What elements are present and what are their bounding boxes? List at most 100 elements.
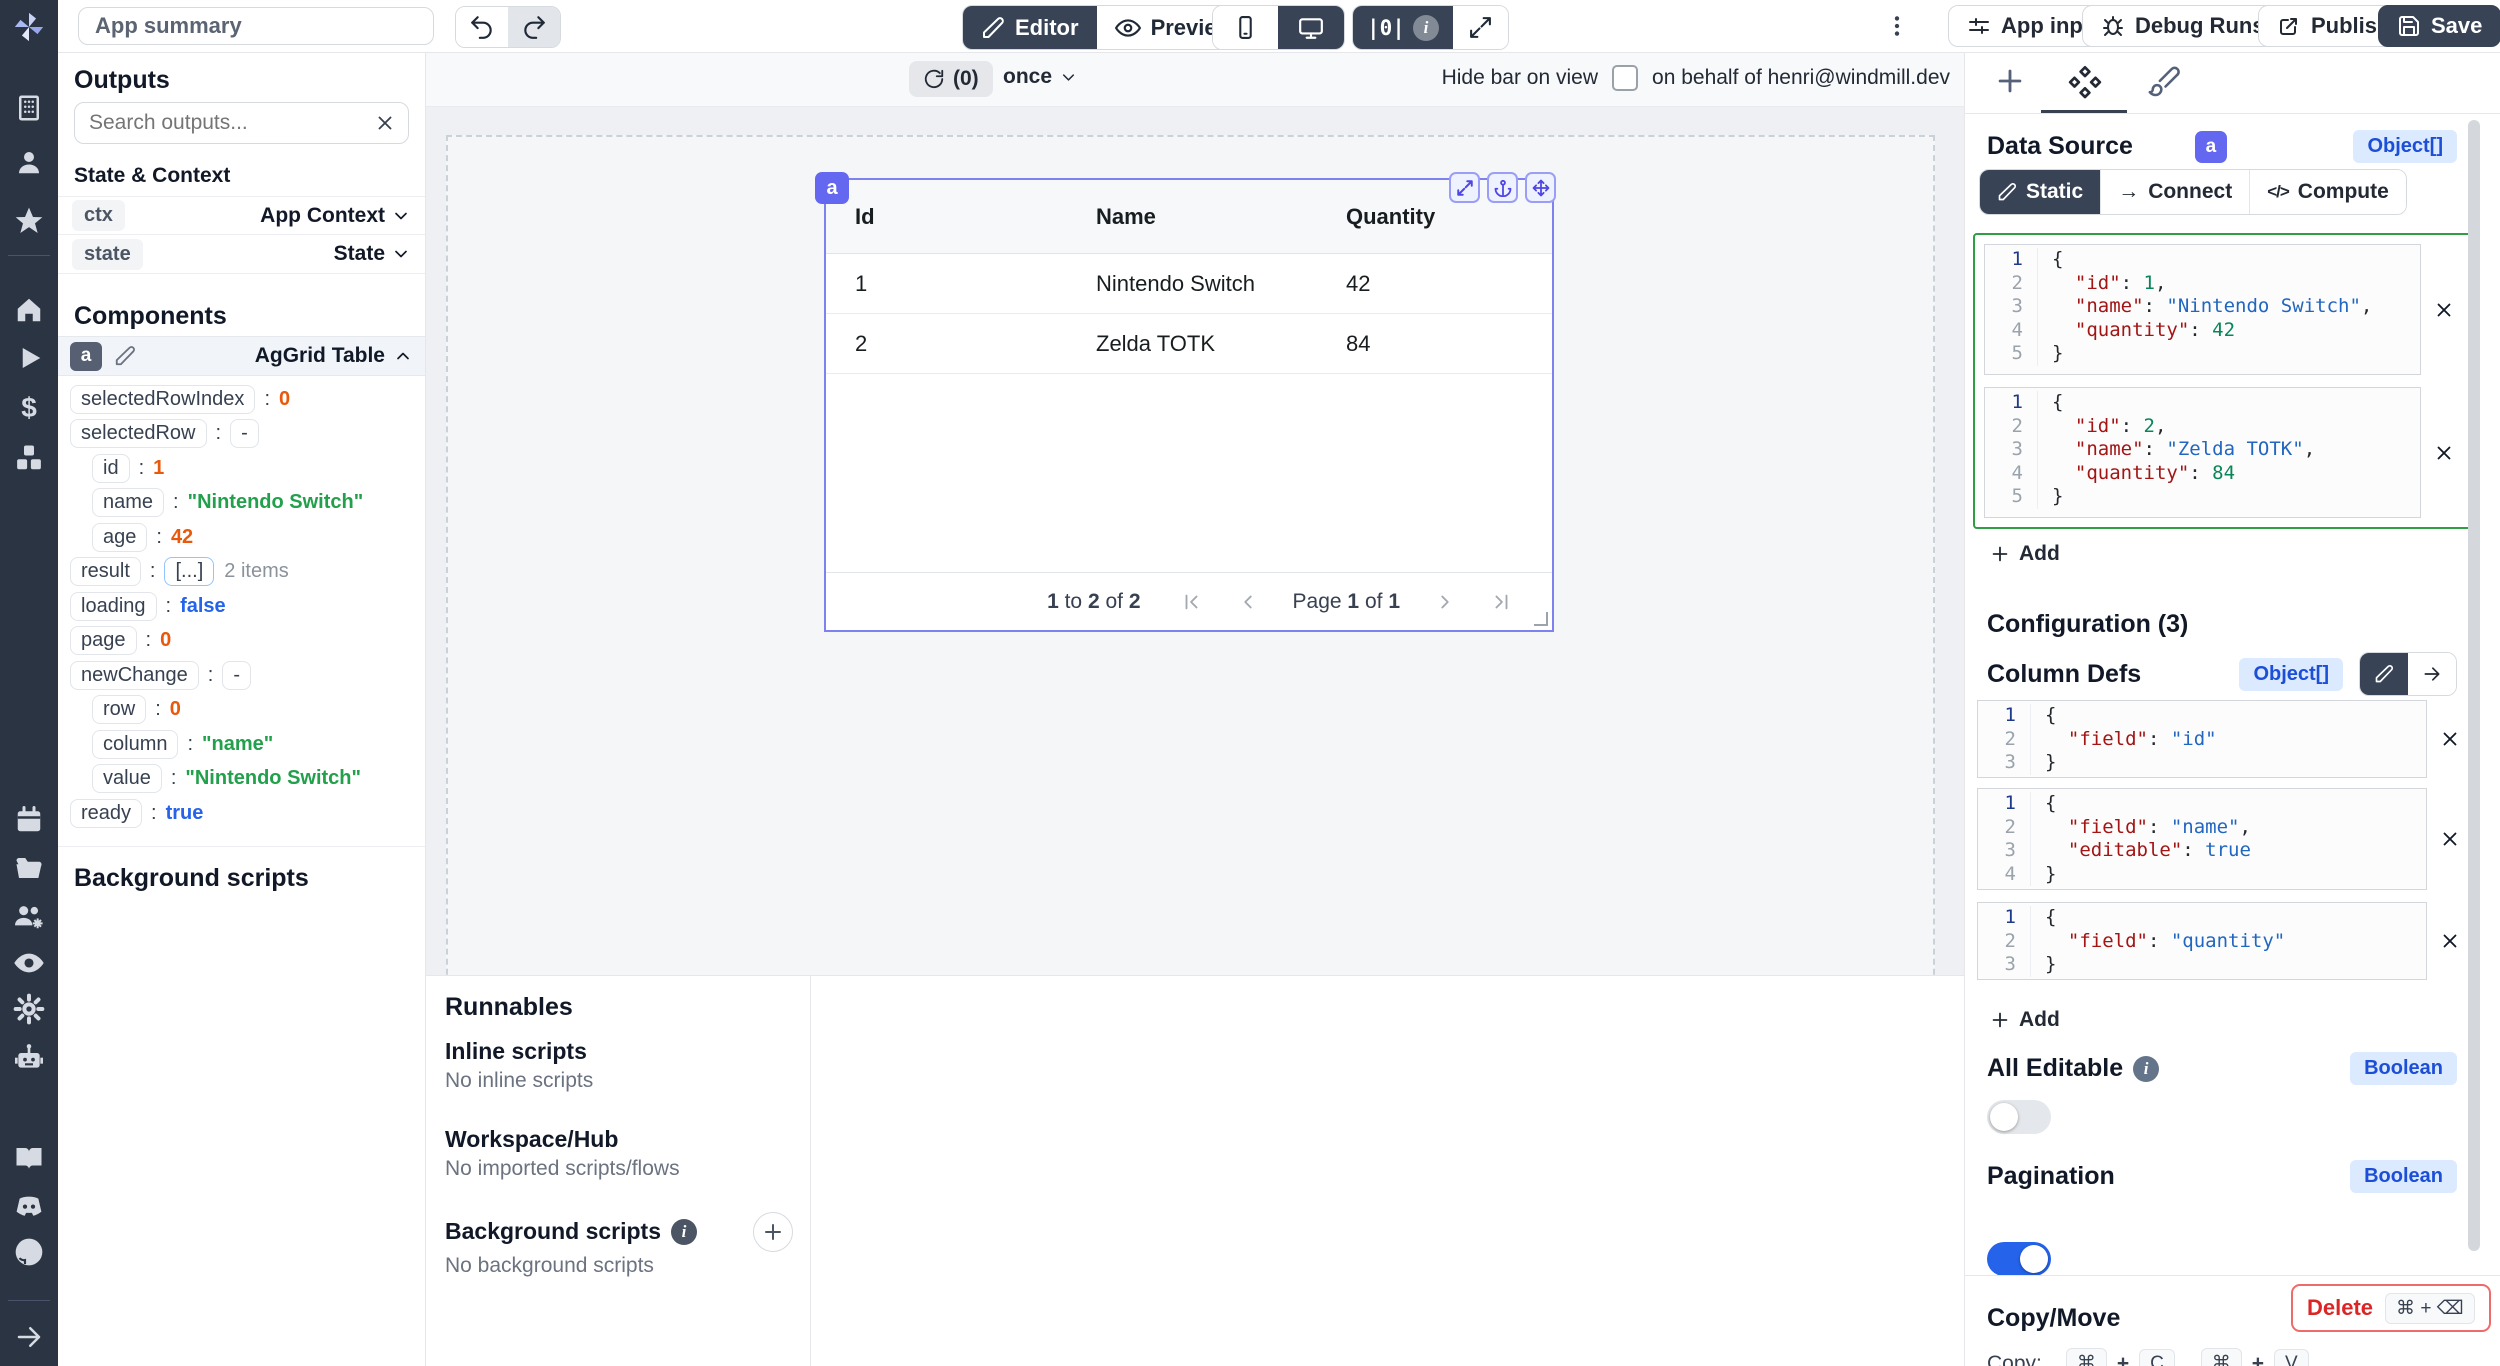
output-value-chip[interactable]: - [222,661,251,690]
all-editable-toggle[interactable] [1987,1100,2051,1134]
audit-eye-icon[interactable] [0,947,58,979]
debug-runs-button[interactable]: Debug Runs [2082,5,2284,47]
docs-book-icon[interactable] [0,1143,58,1173]
pagination-toggle[interactable] [1987,1242,2051,1276]
variables-dollar-icon[interactable]: $ [0,392,58,424]
output-key-chip[interactable]: selectedRowIndex [70,385,255,414]
last-page-icon[interactable] [1490,591,1512,613]
column-header[interactable]: Id [826,204,1067,230]
code-line[interactable]: 1{ [1985,248,2420,272]
search-outputs-input[interactable] [75,111,374,135]
json-editor[interactable]: 1{2 "id": 1,3 "name": "Nintendo Switch",… [1985,245,2420,369]
desktop-view-button[interactable] [1278,6,1344,49]
app-summary-input[interactable] [78,7,434,45]
redo-button[interactable] [508,7,560,47]
move-component-icon[interactable] [1525,172,1556,203]
delete-item-icon[interactable] [2433,930,2467,952]
output-entry[interactable]: age:42 [58,520,425,555]
home-icon[interactable] [0,295,58,325]
column-header[interactable]: Quantity [1317,204,1552,230]
output-key-chip[interactable]: row [92,695,146,724]
output-expand-chip[interactable]: [...] [164,557,214,586]
refresh-button[interactable]: (0) [909,61,993,97]
output-key-chip[interactable]: loading [70,592,157,621]
output-entry[interactable]: name:"Nintendo Switch" [58,486,425,521]
delete-item-icon[interactable] [2427,299,2461,321]
output-entry[interactable]: selectedRowIndex:0 [58,382,425,417]
first-page-icon[interactable] [1181,591,1203,613]
folders-icon[interactable] [0,853,58,883]
code-line[interactable]: 3 "name": "Zelda TOTK", [1985,438,2420,462]
code-line[interactable]: 2 "id": 2, [1985,415,2420,439]
output-key-chip[interactable]: column [92,730,178,759]
groups-users-gear-icon[interactable] [0,900,58,932]
code-line[interactable]: 4} [1978,863,2426,887]
json-editor[interactable]: 1{2 "field": "name",3 "editable": true4} [1978,789,2426,889]
discord-icon[interactable] [0,1190,58,1222]
aggrid-table-component[interactable]: a Id Name Quantity 1Nintendo Switch422Ze… [824,178,1554,632]
code-line[interactable]: 3} [1978,751,2426,775]
static-mode-tab[interactable]: Static [1980,170,2100,214]
component-badge[interactable]: a [815,172,849,204]
schedule-dropdown[interactable]: once [1003,65,1078,89]
delete-component-button[interactable]: Delete ⌘ + ⌫ [2291,1284,2491,1332]
table-row[interactable]: 1Nintendo Switch42 [826,254,1552,314]
code-line[interactable]: 3 "editable": true [1978,839,2426,863]
diff-counter-button[interactable]: |0| i [1353,6,1453,49]
add-data-item-button[interactable]: Add [1989,542,2060,566]
output-key-chip[interactable]: value [92,764,162,793]
code-line[interactable]: 2 "id": 1, [1985,272,2420,296]
code-line[interactable]: 2 "field": "quantity" [1978,930,2426,954]
output-entry[interactable]: value:"Nintendo Switch" [58,762,425,797]
output-key-chip[interactable]: result [70,557,141,586]
github-icon[interactable] [0,1236,58,1268]
collapse-arrow-icon[interactable] [0,1322,58,1352]
fullscreen-button[interactable] [1453,6,1508,49]
code-line[interactable]: 1{ [1985,391,2420,415]
output-entry[interactable]: column:"name" [58,727,425,762]
edit-pencil-toggle[interactable] [2360,653,2408,695]
undo-button[interactable] [456,7,508,47]
delete-item-icon[interactable] [2433,828,2467,850]
json-editor[interactable]: 1{2 "id": 2,3 "name": "Zelda TOTK",4 "qu… [1985,388,2420,512]
json-editor[interactable]: 1{2 "field": "id"3} [1978,701,2426,778]
component-settings-tab[interactable] [2067,64,2103,100]
runs-play-icon[interactable] [0,343,58,373]
mobile-view-button[interactable] [1213,6,1278,49]
code-line[interactable]: 1{ [1978,704,2426,728]
code-line[interactable]: 4 "quantity": 42 [1985,319,2420,343]
output-entry[interactable]: id:1 [58,451,425,486]
favorites-star-icon[interactable] [0,205,58,237]
connect-mode-tab[interactable]: → Connect [2100,170,2249,214]
hide-bar-checkbox[interactable] [1612,65,1638,91]
output-entry[interactable]: result:[...]2 items [58,555,425,590]
prev-page-icon[interactable] [1237,591,1259,613]
output-entry[interactable]: page:0 [58,624,425,659]
output-key-chip[interactable]: ready [70,799,142,828]
output-key-chip[interactable]: id [92,454,130,483]
output-value-chip[interactable]: - [230,419,259,448]
panel-scrollbar[interactable] [2468,120,2480,1251]
compute-mode-tab[interactable]: </> Compute [2249,170,2406,214]
kebab-menu-icon[interactable] [1884,13,1910,39]
json-editor[interactable]: 1{2 "field": "quantity"3} [1978,903,2426,980]
output-entry[interactable]: selectedRow:- [58,417,425,452]
anchor-icon[interactable] [1487,172,1518,203]
delete-item-icon[interactable] [2427,442,2461,464]
output-entry[interactable]: loading:false [58,589,425,624]
component-id-chip[interactable]: a [70,342,102,371]
output-entry[interactable]: newChange:- [58,658,425,693]
next-page-icon[interactable] [1434,591,1456,613]
output-entry[interactable]: ready:true [58,796,425,831]
save-button[interactable]: Save [2378,5,2500,47]
ctx-row[interactable]: ctx App Context [58,196,425,235]
insert-component-tab[interactable] [1993,64,2027,98]
code-line[interactable]: 5} [1985,342,2420,366]
table-row[interactable]: 2Zelda TOTK84 [826,314,1552,374]
schedules-calendar-icon[interactable] [0,805,58,835]
component-header-row[interactable]: a AgGrid Table [58,336,425,376]
state-row[interactable]: state State [58,235,425,274]
output-key-chip[interactable]: age [92,523,147,552]
output-key-chip[interactable]: name [92,488,164,517]
code-line[interactable]: 4 "quantity": 84 [1985,462,2420,486]
